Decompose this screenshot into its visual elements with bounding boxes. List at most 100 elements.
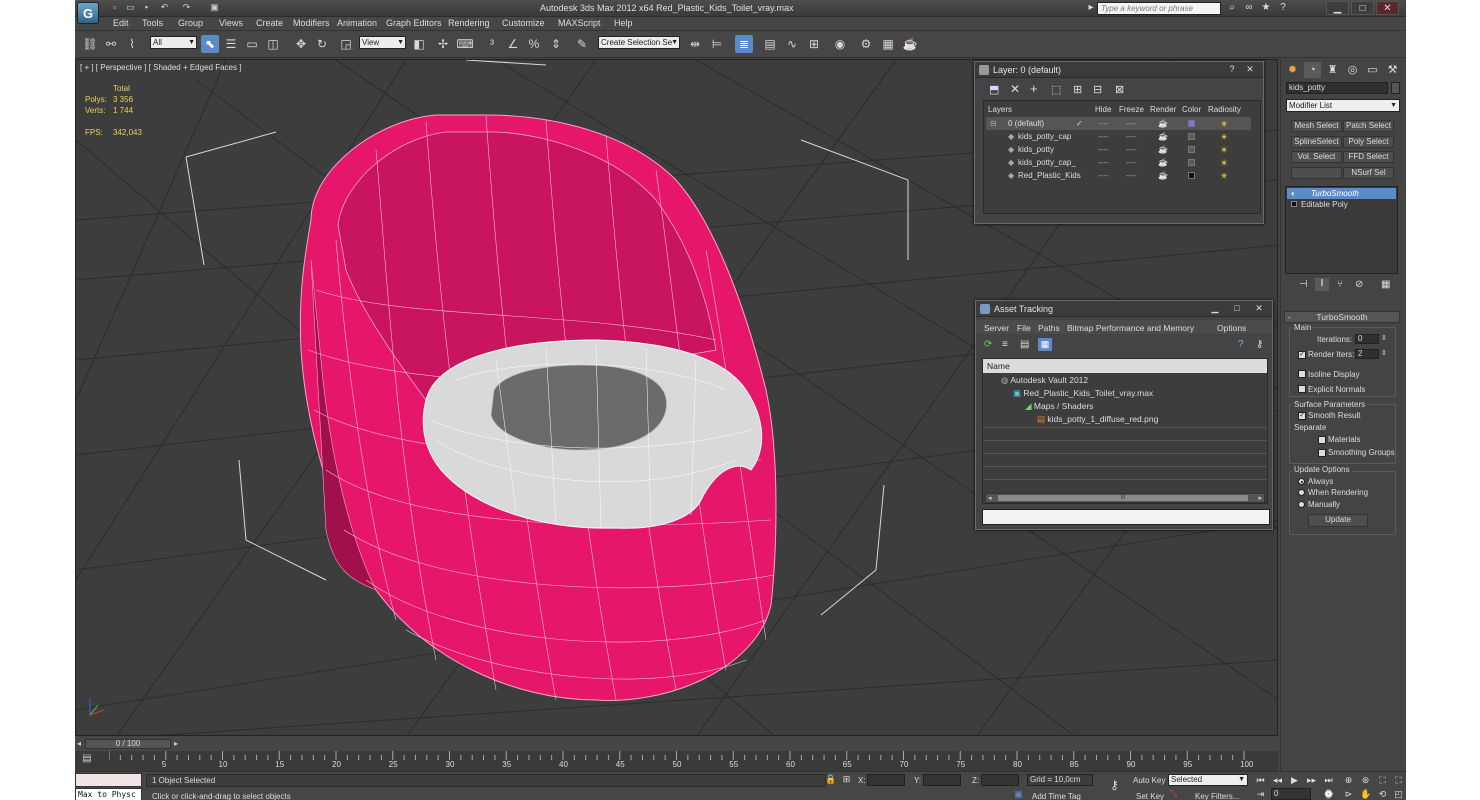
menu-tools[interactable]: Tools xyxy=(142,18,163,28)
empty-modifier-button[interactable] xyxy=(1291,167,1342,179)
col-hide[interactable]: Hide xyxy=(1095,105,1111,114)
goto-start-icon[interactable]: ⏮ xyxy=(1255,775,1266,786)
hide-toggle[interactable]: ---- xyxy=(1098,117,1109,130)
ffd-select-button[interactable]: FFD Select xyxy=(1343,151,1394,163)
rectangular-selection-icon[interactable]: ▭ xyxy=(243,35,261,53)
layer-row[interactable]: ◆ kids_potty_cap ---- ---- ☕ ☀ xyxy=(994,130,1259,143)
time-tag-icon[interactable]: ▣ xyxy=(1013,789,1024,800)
hide-all-icon[interactable]: ⊟ xyxy=(1093,83,1102,96)
spinner-snap-icon[interactable]: ⇕ xyxy=(547,35,565,53)
named-selection-dropdown[interactable]: Create Selection Se ▼ xyxy=(598,36,680,49)
highlight-layer-icon[interactable]: ⊞ xyxy=(1073,83,1082,96)
add-time-tag[interactable]: Add Time Tag xyxy=(1032,792,1081,800)
teapot-icon[interactable]: ☕ xyxy=(1158,117,1168,130)
layer-color-swatch[interactable] xyxy=(1188,133,1195,140)
auto-key-button[interactable]: Auto Key xyxy=(1133,776,1165,785)
asset-row[interactable]: ◍ Autodesk Vault 2012 xyxy=(1001,374,1088,387)
asset-close-button[interactable]: ✕ xyxy=(1252,303,1266,314)
iterations-spinner[interactable]: 0 xyxy=(1355,334,1379,344)
move-icon[interactable]: ✥ xyxy=(292,35,310,53)
track-bar[interactable]: ▤ 5 10 15 20 25 30 35 40 45 50 55 60 65 70 75 80 85 90 95 1… xyxy=(75,751,1278,771)
current-frame-field[interactable]: 0 xyxy=(1271,788,1311,800)
prev-frame-icon[interactable]: ◂ xyxy=(77,739,81,748)
collapse-icon[interactable]: - xyxy=(1288,312,1291,322)
search-expand-icon[interactable]: ▸ xyxy=(1085,2,1097,14)
utilities-tab-icon[interactable]: ⚒ xyxy=(1384,62,1401,78)
poly-select-button[interactable]: Poly Select xyxy=(1343,136,1394,148)
col-radiosity[interactable]: Radiosity xyxy=(1208,105,1241,114)
align-icon[interactable]: ⊨ xyxy=(708,35,726,53)
layer-color-swatch[interactable] xyxy=(1188,172,1195,179)
freeze-all-icon[interactable]: ⊠ xyxy=(1115,83,1124,96)
scale-icon[interactable]: ◲ xyxy=(337,35,355,53)
search-input[interactable]: Type a keyword or phrase xyxy=(1097,2,1221,15)
render-iters-checkbox[interactable]: ✓ xyxy=(1298,351,1306,359)
teapot-icon[interactable]: ☕ xyxy=(1158,156,1168,169)
freeze-toggle[interactable]: ---- xyxy=(1126,117,1137,130)
menu-views[interactable]: Views xyxy=(219,18,243,28)
key-filters-button[interactable]: Key Filters... xyxy=(1195,792,1239,800)
next-frame-icon[interactable]: ▸ xyxy=(174,739,178,748)
configure-sets-icon[interactable]: ▦ xyxy=(1381,279,1390,290)
render-production-icon[interactable]: ☕ xyxy=(901,35,919,53)
redo-icon[interactable]: ↷ xyxy=(181,2,192,13)
maxscript-listener-top[interactable] xyxy=(75,773,142,787)
layer-row[interactable]: ◆ Red_Plastic_Kids ---- ---- ☕ ☀ xyxy=(994,169,1259,182)
next-key-icon[interactable]: ▸▸ xyxy=(1306,775,1317,786)
add-to-layer-icon[interactable]: + xyxy=(1030,81,1038,96)
always-radio[interactable] xyxy=(1298,478,1305,485)
asset-menu-bitmap[interactable]: Bitmap Performance and Memory xyxy=(1067,323,1194,333)
freeze-toggle[interactable]: ---- xyxy=(1126,156,1137,169)
delete-layer-icon[interactable]: ✕ xyxy=(1010,82,1020,96)
snaps-toggle-icon[interactable]: ³ xyxy=(483,35,501,53)
asset-menu-options[interactable]: Options xyxy=(1217,323,1246,333)
angle-snap-icon[interactable]: ∠ xyxy=(504,35,522,53)
layer-color-swatch[interactable] xyxy=(1188,146,1195,153)
edit-named-selection-icon[interactable]: ✎ xyxy=(573,35,591,53)
spinner-arrows-icon[interactable]: ⇕ xyxy=(1381,349,1387,357)
selection-filter-dropdown[interactable]: All ▼ xyxy=(150,36,197,49)
list-view-icon[interactable]: ≡ xyxy=(1002,339,1008,350)
object-name-field[interactable]: kids_potty xyxy=(1286,82,1388,94)
active-layer-check[interactable]: ✓ xyxy=(1076,117,1083,130)
asset-menu-server[interactable]: Server xyxy=(984,323,1009,333)
zoom-icon[interactable]: ⊕ xyxy=(1343,775,1354,786)
time-config-icon[interactable]: ⌚ xyxy=(1323,789,1334,800)
menu-customize[interactable]: Customize xyxy=(502,18,545,28)
select-object-icon[interactable]: ⬉ xyxy=(201,35,219,53)
menu-group[interactable]: Group xyxy=(178,18,203,28)
menu-animation[interactable]: Animation xyxy=(337,18,377,28)
spline-select-button[interactable]: SplineSelect xyxy=(1291,136,1342,148)
bind-space-warp-icon[interactable]: ⌇ xyxy=(123,35,141,53)
col-render[interactable]: Render xyxy=(1150,105,1176,114)
project-folder-icon[interactable]: ▣ xyxy=(209,2,220,13)
tree-view-icon[interactable]: ▦ xyxy=(1038,338,1052,351)
col-freeze[interactable]: Freeze xyxy=(1119,105,1144,114)
search-icon[interactable]: ⌕ xyxy=(1226,2,1238,14)
prev-key-icon[interactable]: ◂◂ xyxy=(1272,775,1283,786)
mini-curve-editor-icon[interactable]: ▤ xyxy=(77,753,97,769)
mesh-select-button[interactable]: Mesh Select xyxy=(1291,120,1342,132)
hierarchy-tab-icon[interactable]: ♜ xyxy=(1324,62,1341,78)
minimize-button[interactable]: ▁ xyxy=(1326,1,1349,15)
app-logo-icon[interactable]: G xyxy=(77,2,99,24)
open-file-icon[interactable]: ▭ xyxy=(125,2,136,13)
spinner-arrows-icon[interactable]: ⇕ xyxy=(1381,334,1387,342)
asset-help-icon[interactable]: ? xyxy=(1238,339,1244,350)
layer-row[interactable]: ◆ kids_potty ---- ---- ☕ ☀ xyxy=(994,143,1259,156)
turbosmooth-rollout-header[interactable]: - TurboSmooth xyxy=(1284,311,1400,323)
asset-minimize-button[interactable]: ▁ xyxy=(1208,303,1222,314)
asset-menu-paths[interactable]: Paths xyxy=(1038,323,1060,333)
close-button[interactable]: ✕ xyxy=(1376,1,1399,15)
col-layers[interactable]: Layers xyxy=(988,105,1012,114)
make-unique-icon[interactable]: ⑂ xyxy=(1337,279,1343,290)
layer-close-button[interactable]: ✕ xyxy=(1243,64,1257,75)
window-crossing-icon[interactable]: ◫ xyxy=(264,35,282,53)
create-tab-icon[interactable]: ✹ xyxy=(1284,62,1301,78)
time-slider[interactable]: ◂ 0 / 100 ▸ xyxy=(75,737,1278,751)
col-color[interactable]: Color xyxy=(1182,105,1201,114)
asset-path-field[interactable] xyxy=(982,509,1270,525)
undo-icon[interactable]: ↶ xyxy=(159,2,170,13)
rendered-frame-window-icon[interactable]: ▦ xyxy=(879,35,897,53)
x-coord-field[interactable] xyxy=(867,774,905,786)
